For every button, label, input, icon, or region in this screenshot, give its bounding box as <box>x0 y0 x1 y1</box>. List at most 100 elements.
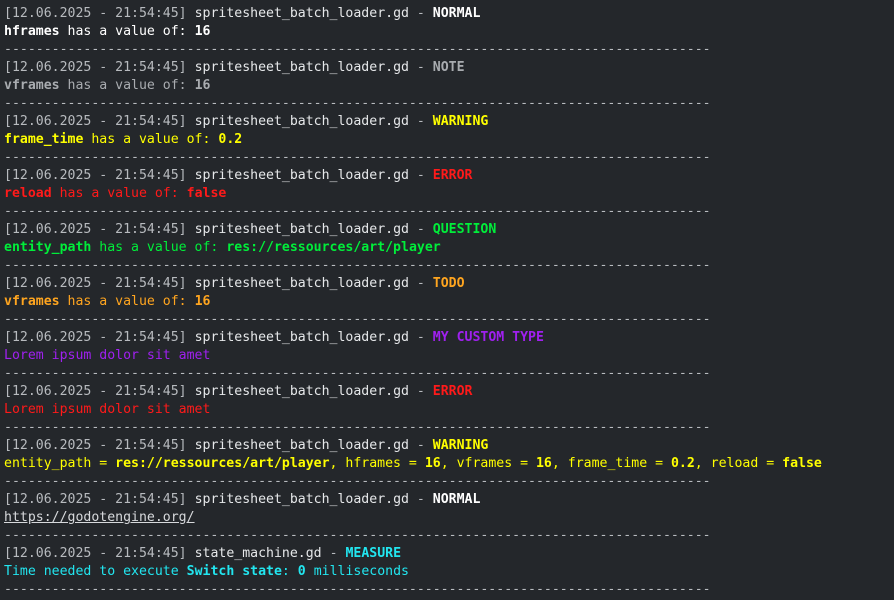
log-type: MEASURE <box>345 546 402 561</box>
log-value: reload <box>4 186 52 201</box>
log-message: reload has a value of: false <box>4 185 894 203</box>
log-text: Time needed to execute <box>4 564 187 579</box>
log-timestamp: [12.06.2025 - 21:54:45] <box>4 276 187 291</box>
log-type: QUESTION <box>432 222 497 237</box>
log-separator: ----------------------------------------… <box>4 96 711 111</box>
log-dash: - <box>408 168 433 183</box>
log-value: 16 <box>424 456 441 471</box>
log-text: entity_path = <box>4 456 116 471</box>
log-message: Lorem ipsum dolor sit amet <box>4 401 894 419</box>
log-value: vframes <box>4 78 60 93</box>
log-type: ERROR <box>432 384 473 399</box>
log-filename: spritesheet_batch_loader.gd <box>194 384 409 399</box>
log-entry: [12.06.2025 - 21:54:45] spritesheet_batc… <box>4 491 894 545</box>
log-dash: - <box>408 60 433 75</box>
log-entry: [12.06.2025 - 21:54:45] spritesheet_batc… <box>4 167 894 221</box>
log-timestamp: [12.06.2025 - 21:54:45] <box>4 60 187 75</box>
log-header: [12.06.2025 - 21:54:45] spritesheet_batc… <box>4 113 894 131</box>
log-text: Lorem ipsum dolor sit amet <box>4 402 211 417</box>
log-separator: ----------------------------------------… <box>4 366 711 381</box>
log-value: res://ressources/art/player <box>115 456 330 471</box>
log-value: false <box>186 186 227 201</box>
log-timestamp: [12.06.2025 - 21:54:45] <box>4 330 187 345</box>
log-dash: - <box>408 114 433 129</box>
log-header: [12.06.2025 - 21:54:45] spritesheet_batc… <box>4 383 894 401</box>
log-filename: spritesheet_batch_loader.gd <box>194 492 409 507</box>
log-filename: spritesheet_batch_loader.gd <box>194 330 409 345</box>
log-type: WARNING <box>432 438 489 453</box>
log-header: [12.06.2025 - 21:54:45] state_machine.gd… <box>4 545 894 563</box>
log-message: Time needed to execute Switch state: 0 m… <box>4 563 894 581</box>
log-filename: spritesheet_batch_loader.gd <box>194 276 409 291</box>
log-value: false <box>782 456 822 471</box>
log-entry: [12.06.2025 - 21:54:45] spritesheet_batc… <box>4 329 894 383</box>
log-separator: ----------------------------------------… <box>4 420 711 435</box>
log-filename: spritesheet_batch_loader.gd <box>194 222 409 237</box>
log-value: 0 <box>297 564 306 579</box>
log-separator: ----------------------------------------… <box>4 582 711 597</box>
log-dash: - <box>408 6 433 21</box>
log-entry: [12.06.2025 - 21:54:45] state_machine.gd… <box>4 545 894 599</box>
output-console: [12.06.2025 - 21:54:45] spritesheet_batc… <box>0 0 894 599</box>
log-separator: ----------------------------------------… <box>4 258 711 273</box>
log-header: [12.06.2025 - 21:54:45] spritesheet_batc… <box>4 491 894 509</box>
log-text: Lorem ipsum dolor sit amet <box>4 348 211 363</box>
log-filename: state_machine.gd <box>194 546 322 561</box>
log-dash: - <box>321 546 346 561</box>
log-header: [12.06.2025 - 21:54:45] spritesheet_batc… <box>4 275 894 293</box>
log-value: hframes <box>4 24 60 39</box>
log-type: NORMAL <box>432 492 481 507</box>
log-timestamp: [12.06.2025 - 21:54:45] <box>4 222 187 237</box>
log-value: 0.2 <box>218 132 243 147</box>
log-type: ERROR <box>432 168 473 183</box>
log-header: [12.06.2025 - 21:54:45] spritesheet_batc… <box>4 329 894 347</box>
log-value: 16 <box>194 24 211 39</box>
log-filename: spritesheet_batch_loader.gd <box>194 168 409 183</box>
log-timestamp: [12.06.2025 - 21:54:45] <box>4 114 187 129</box>
log-dash: - <box>408 492 433 507</box>
log-text: has a value of: <box>51 186 187 201</box>
log-timestamp: [12.06.2025 - 21:54:45] <box>4 492 187 507</box>
log-separator: ----------------------------------------… <box>4 474 711 489</box>
log-dash: - <box>408 384 433 399</box>
log-separator: ----------------------------------------… <box>4 312 711 327</box>
log-filename: spritesheet_batch_loader.gd <box>194 60 409 75</box>
log-timestamp: [12.06.2025 - 21:54:45] <box>4 384 187 399</box>
log-type: NORMAL <box>432 6 481 21</box>
log-header: [12.06.2025 - 21:54:45] spritesheet_batc… <box>4 167 894 185</box>
log-text: has a value of: <box>59 78 195 93</box>
log-message: https://godotengine.org/ <box>4 509 894 527</box>
log-dash: - <box>408 330 433 345</box>
log-link[interactable]: https://godotengine.org/ <box>4 510 195 525</box>
log-message: frame_time has a value of: 0.2 <box>4 131 894 149</box>
log-separator: ----------------------------------------… <box>4 528 711 543</box>
log-separator: ----------------------------------------… <box>4 42 711 57</box>
log-text: has a value of: <box>83 132 219 147</box>
log-entry: [12.06.2025 - 21:54:45] spritesheet_batc… <box>4 113 894 167</box>
log-header: [12.06.2025 - 21:54:45] spritesheet_batc… <box>4 437 894 455</box>
log-value: 0.2 <box>670 456 695 471</box>
log-text: has a value of: <box>59 24 195 39</box>
log-type: NOTE <box>432 60 465 75</box>
log-message: vframes has a value of: 16 <box>4 293 894 311</box>
log-value: entity_path <box>4 240 92 255</box>
log-value: 16 <box>194 78 211 93</box>
log-filename: spritesheet_batch_loader.gd <box>194 6 409 21</box>
log-filename: spritesheet_batch_loader.gd <box>194 438 409 453</box>
log-message: entity_path has a value of: res://ressou… <box>4 239 894 257</box>
log-type: WARNING <box>432 114 489 129</box>
log-text: , hframes = <box>329 456 425 471</box>
log-text: milliseconds <box>305 564 409 579</box>
log-value: 16 <box>194 294 211 309</box>
log-entry: [12.06.2025 - 21:54:45] spritesheet_batc… <box>4 383 894 437</box>
log-filename: spritesheet_batch_loader.gd <box>194 114 409 129</box>
log-text: , frame_time = <box>551 456 671 471</box>
log-message: hframes has a value of: 16 <box>4 23 894 41</box>
log-type: TODO <box>432 276 465 291</box>
log-text: has a value of: <box>91 240 227 255</box>
log-entry: [12.06.2025 - 21:54:45] spritesheet_batc… <box>4 221 894 275</box>
log-message: Lorem ipsum dolor sit amet <box>4 347 894 365</box>
log-dash: - <box>408 222 433 237</box>
log-entry: [12.06.2025 - 21:54:45] spritesheet_batc… <box>4 437 894 491</box>
log-timestamp: [12.06.2025 - 21:54:45] <box>4 546 187 561</box>
